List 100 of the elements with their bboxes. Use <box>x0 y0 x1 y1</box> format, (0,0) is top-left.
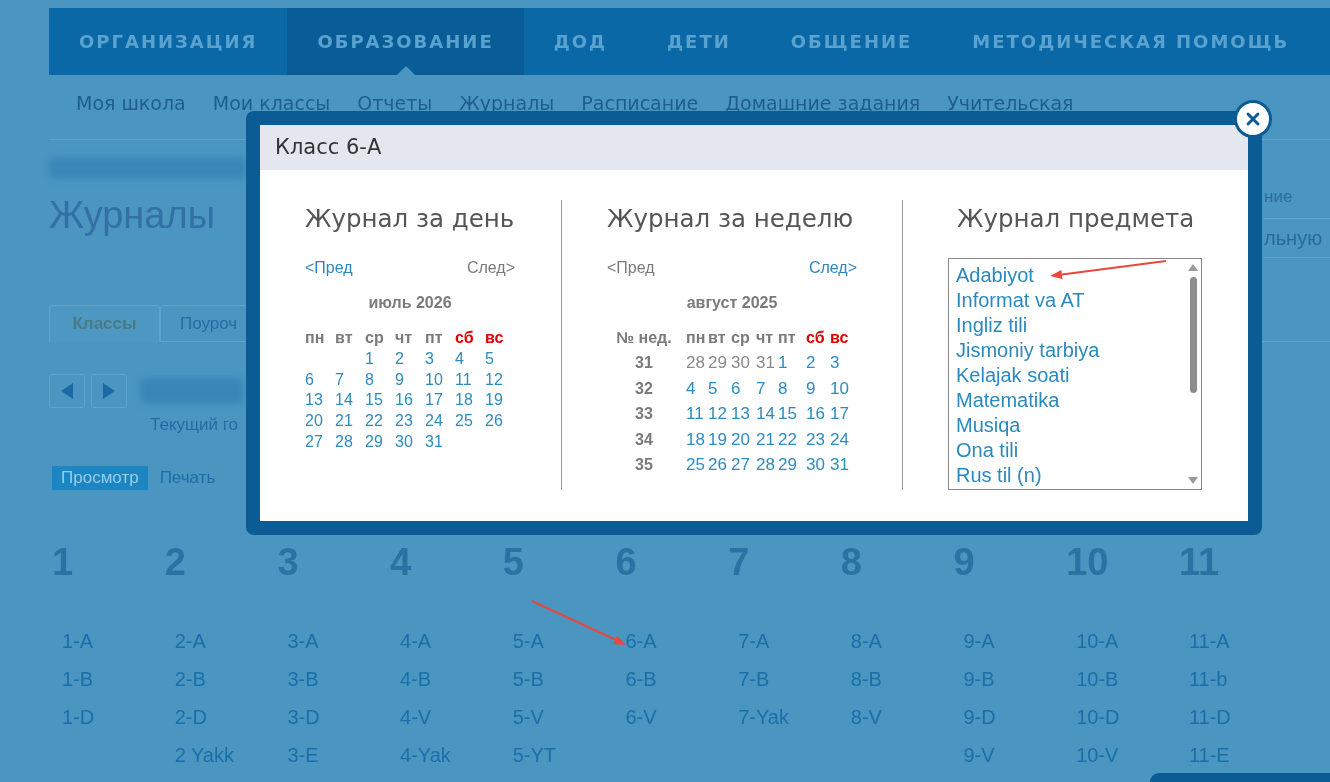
calendar-day[interactable]: 14 <box>756 404 775 423</box>
calendar-day[interactable]: 12 <box>485 370 503 388</box>
calendar-day[interactable]: 29 <box>708 353 727 372</box>
calendar-day[interactable]: 15 <box>778 404 797 423</box>
week-number[interactable]: 35 <box>635 456 653 473</box>
calendar-day[interactable]: 23 <box>806 429 825 449</box>
main-nav-tab[interactable]: ОБЩЕНИЕ <box>760 8 943 75</box>
calendar-day[interactable]: 5 <box>485 349 494 367</box>
calendar-day[interactable]: 10 <box>830 378 849 398</box>
week-number[interactable]: 31 <box>635 354 653 371</box>
calendar-day[interactable]: 31 <box>756 353 775 372</box>
sub-nav-link[interactable]: Домашние задания <box>725 92 921 114</box>
calendar-day[interactable]: 24 <box>425 412 443 430</box>
main-nav-tab[interactable]: ДЕТИ <box>637 8 761 75</box>
subject-option[interactable]: Rus til (n) <box>956 464 1042 486</box>
subject-option[interactable]: Adabiyot <box>956 264 1034 286</box>
calendar-day[interactable]: 16 <box>395 391 413 409</box>
calendar-day[interactable]: 20 <box>305 412 323 430</box>
calendar-day[interactable]: 3 <box>425 349 434 367</box>
subject-option[interactable]: Kelajak soati <box>956 364 1070 386</box>
calendar-day[interactable]: 13 <box>305 391 323 409</box>
calendar-day[interactable]: 21 <box>335 412 353 430</box>
calendar-day[interactable]: 8 <box>778 378 788 398</box>
calendar-day[interactable]: 23 <box>395 412 413 430</box>
calendar-day[interactable]: 21 <box>756 429 775 449</box>
sub-nav-link[interactable]: Мои классы <box>212 92 331 114</box>
calendar-day[interactable]: 7 <box>756 378 766 398</box>
calendar-day[interactable]: 1 <box>778 353 788 372</box>
calendar-day[interactable]: 14 <box>335 391 353 409</box>
calendar-day[interactable]: 13 <box>731 404 750 423</box>
view-mode-button[interactable]: Просмотр <box>52 466 148 490</box>
subject-option[interactable]: Ona tili <box>956 439 1019 461</box>
calendar-day[interactable]: 5 <box>708 378 718 398</box>
calendar-day[interactable]: 18 <box>686 429 705 449</box>
calendar-day[interactable]: 6 <box>731 378 741 398</box>
subject-option[interactable]: Musiqa <box>956 414 1021 436</box>
calendar-day[interactable]: 22 <box>778 429 797 449</box>
calendar-day[interactable]: 17 <box>830 404 849 423</box>
next-button[interactable] <box>91 374 127 408</box>
calendar-day[interactable]: 24 <box>830 429 849 449</box>
triangle-up-icon[interactable] <box>1188 264 1198 271</box>
calendar-day[interactable]: 4 <box>686 378 696 398</box>
main-nav-tab[interactable]: МЕТОДИЧЕСКАЯ ПОМОЩЬ <box>942 8 1320 75</box>
calendar-day[interactable]: 2 <box>806 353 816 372</box>
calendar-day[interactable]: 26 <box>485 412 503 430</box>
calendar-day[interactable]: 19 <box>485 391 503 409</box>
sub-nav-link[interactable]: Расписание <box>581 92 699 114</box>
calendar-day[interactable]: 29 <box>778 455 797 474</box>
calendar-day[interactable]: 30 <box>806 455 825 474</box>
calendar-day[interactable]: 28 <box>756 455 775 474</box>
scrollbar-thumb[interactable] <box>1189 277 1197 393</box>
prev-link[interactable]: <Пред <box>305 258 353 278</box>
calendar-day[interactable]: 15 <box>365 391 383 409</box>
calendar-day[interactable]: 11 <box>455 370 472 388</box>
subject-option[interactable]: Informat va AT <box>956 289 1085 311</box>
calendar-day[interactable]: 26 <box>708 455 727 474</box>
week-number[interactable]: 34 <box>635 430 653 448</box>
calendar-day[interactable]: 28 <box>686 353 705 372</box>
subject-listbox[interactable]: Adabiyot Informat va AT Ingliz tili Jismoniy tarbiya Kelajak soati Matematika Musiqa Ona tili Rus til (n) <box>948 258 1202 490</box>
previous-button[interactable] <box>49 374 85 408</box>
calendar-day[interactable]: 25 <box>686 455 705 474</box>
calendar-day[interactable]: 28 <box>335 433 353 450</box>
next-link[interactable]: След> <box>808 258 857 278</box>
triangle-down-icon[interactable] <box>1188 477 1198 484</box>
calendar-day[interactable]: 19 <box>708 429 727 449</box>
calendar-day[interactable]: 31 <box>830 455 849 474</box>
calendar-day[interactable]: 25 <box>455 412 473 430</box>
calendar-day[interactable]: 18 <box>455 391 473 409</box>
calendar-day[interactable]: 8 <box>365 370 374 388</box>
calendar-day[interactable]: 1 <box>365 349 374 367</box>
calendar-day[interactable]: 31 <box>425 433 443 450</box>
calendar-day[interactable]: 30 <box>395 433 413 450</box>
week-number[interactable]: 32 <box>635 379 653 397</box>
calendar-day[interactable]: 11 <box>686 404 704 423</box>
sub-nav-link[interactable]: Моя школа <box>76 92 186 114</box>
calendar-day[interactable]: 17 <box>425 391 443 409</box>
main-nav-tab[interactable]: ОБРАЗОВАНИЕ <box>287 8 524 75</box>
sub-nav-link[interactable]: Отчеты <box>357 92 433 114</box>
subject-option[interactable]: Ingliz tili <box>956 314 1028 336</box>
calendar-day[interactable]: 30 <box>731 353 750 372</box>
calendar-day[interactable]: 20 <box>731 429 750 449</box>
main-nav-tab[interactable]: ДОД <box>523 8 638 75</box>
sub-nav-link[interactable]: Учительская <box>947 92 1074 114</box>
calendar-day[interactable]: 9 <box>806 378 816 398</box>
calendar-day[interactable]: 3 <box>830 353 840 372</box>
sub-nav-link[interactable]: Журналы <box>459 92 555 114</box>
calendar-day[interactable]: 2 <box>395 349 404 367</box>
calendar-day[interactable]: 10 <box>425 370 443 388</box>
main-nav-tab[interactable]: ОРГАНИЗАЦИЯ <box>49 8 288 75</box>
week-number[interactable]: 33 <box>635 405 653 422</box>
calendar-day[interactable]: 6 <box>305 370 314 388</box>
calendar-day[interactable]: 29 <box>365 433 383 450</box>
calendar-day[interactable]: 7 <box>335 370 344 388</box>
calendar-day[interactable]: 9 <box>395 370 404 388</box>
calendar-day[interactable]: 27 <box>305 433 323 450</box>
calendar-day[interactable]: 27 <box>731 455 750 474</box>
close-button[interactable] <box>1234 100 1272 138</box>
calendar-day[interactable]: 16 <box>806 404 825 423</box>
calendar-day[interactable]: 4 <box>455 349 464 367</box>
calendar-day[interactable]: 12 <box>708 404 727 423</box>
